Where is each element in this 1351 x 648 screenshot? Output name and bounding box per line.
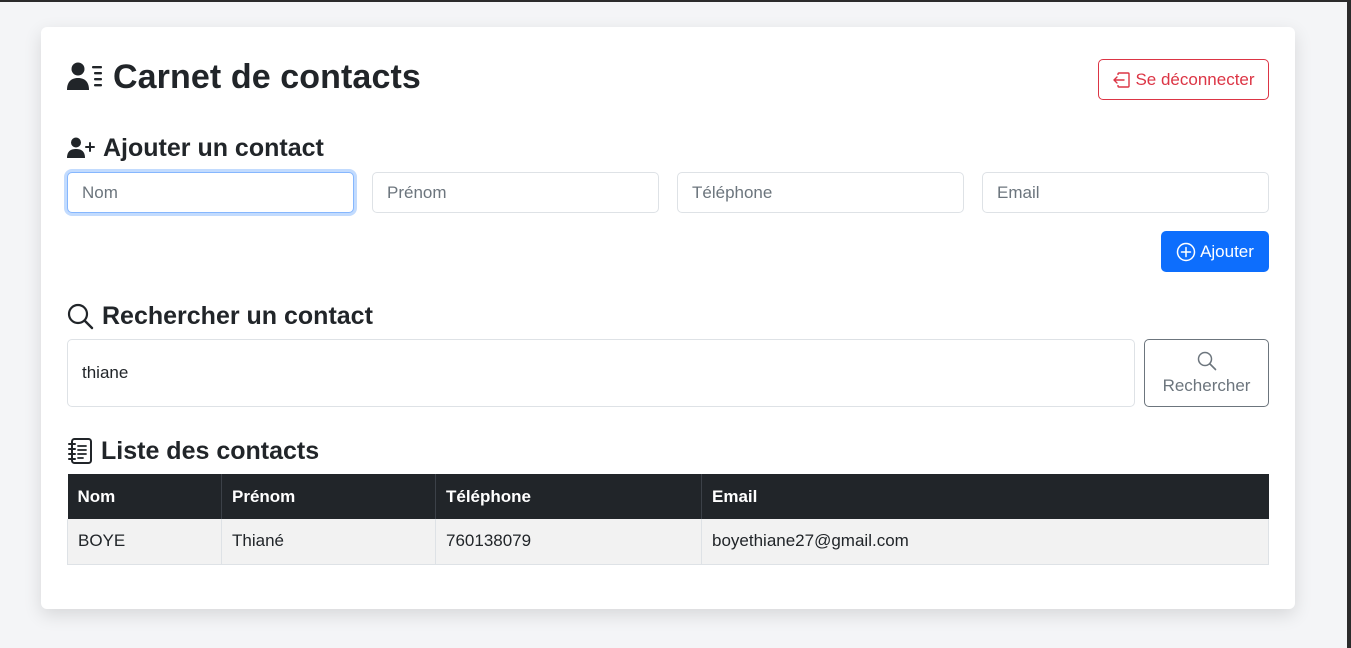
table-header-row: Nom Prénom Téléphone Email	[67, 474, 1269, 519]
person-lines-icon	[67, 62, 102, 90]
search-icon	[1197, 351, 1216, 370]
column-header-telephone: Téléphone	[435, 474, 702, 519]
add-section-heading: Ajouter un contact	[103, 133, 324, 162]
nom-field[interactable]	[67, 172, 354, 213]
page-title: Carnet de contacts	[113, 57, 421, 96]
window-frame-top	[0, 0, 1351, 2]
logout-button[interactable]: Se déconnecter	[1098, 59, 1269, 100]
cell-telephone: 760138079	[435, 519, 702, 565]
logout-label: Se déconnecter	[1135, 69, 1255, 89]
column-header-nom: Nom	[67, 474, 222, 519]
column-header-prenom: Prénom	[221, 474, 436, 519]
cell-email: boyethiane27@gmail.com	[701, 519, 1269, 565]
search-section-heading: Rechercher un contact	[102, 301, 373, 330]
search-button-label: Rechercher	[1162, 375, 1251, 395]
journal-text-icon	[68, 438, 92, 464]
cell-nom: BOYE	[67, 519, 222, 565]
column-header-email: Email	[712, 486, 758, 506]
search-icon	[67, 303, 94, 329]
telephone-field[interactable]	[677, 172, 964, 213]
prenom-field[interactable]	[372, 172, 659, 213]
window-frame-right	[1347, 0, 1351, 648]
list-section-title: Liste des contacts	[67, 436, 319, 466]
email-field[interactable]	[982, 172, 1269, 213]
contacts-table: Nom Prénom Téléphone Email BOYE Thiané 7…	[67, 474, 1269, 565]
search-button[interactable]: Rechercher	[1144, 339, 1269, 407]
add-section-title: Ajouter un contact	[67, 133, 324, 163]
person-plus-icon	[67, 137, 95, 158]
box-arrow-left-icon	[1113, 71, 1131, 88]
table-row: BOYE Thiané 760138079 boyethiane27@gmail…	[67, 519, 1269, 565]
add-contact-label: Ajouter	[1200, 241, 1254, 261]
cell-prenom: Thiané	[221, 519, 436, 565]
search-section-title: Rechercher un contact	[67, 301, 373, 331]
page-header: Carnet de contacts	[67, 57, 421, 97]
add-contact-button[interactable]: Ajouter	[1161, 231, 1269, 272]
search-input[interactable]	[67, 339, 1135, 407]
plus-circle-icon	[1176, 242, 1196, 261]
list-section-heading: Liste des contacts	[101, 436, 320, 465]
contacts-card: Carnet de contacts Se déconnecter Ajoute…	[41, 27, 1295, 609]
